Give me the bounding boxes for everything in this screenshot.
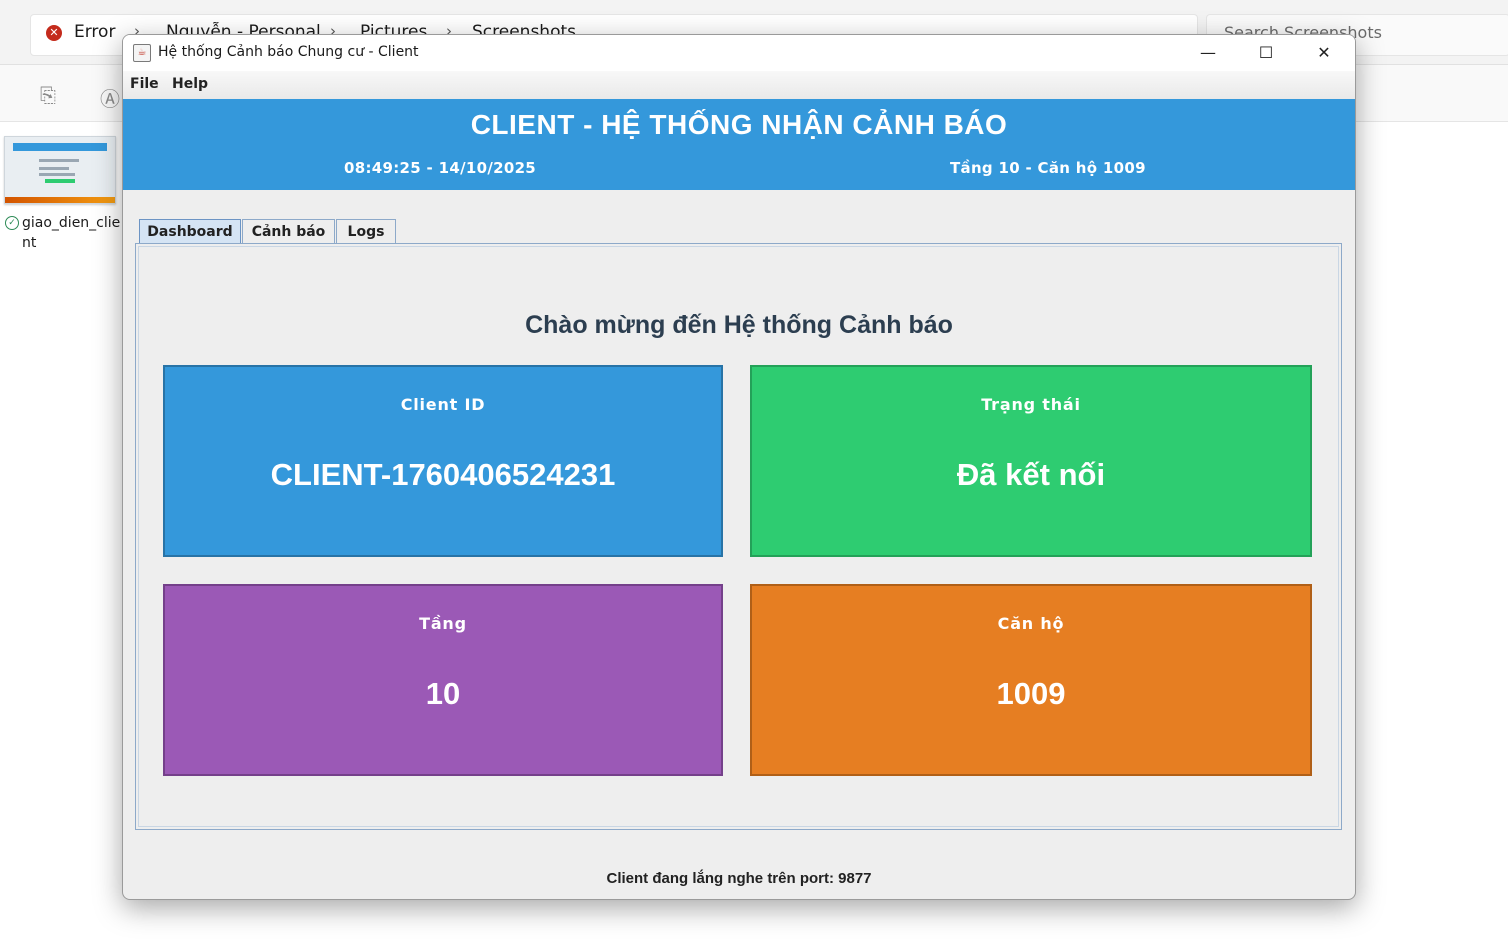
card-label: Căn hộ [997, 614, 1065, 633]
rename-icon[interactable]: Ⓐ [100, 83, 120, 112]
menu-help[interactable]: Help [172, 76, 208, 92]
header-clock: 08:49:25 - 14/10/2025 [344, 159, 537, 177]
error-icon: ✕ [46, 25, 62, 41]
tab-canh-bao[interactable]: Cảnh báo [242, 219, 335, 244]
sync-check-icon: ✓ [5, 216, 19, 230]
thumbnail-line [39, 167, 69, 170]
app-header: CLIENT - HỆ THỐNG NHẬN CẢNH BÁO 08:49:25… [123, 99, 1355, 190]
window-title: Hệ thống Cảnh báo Chung cư - Client [158, 44, 419, 60]
minimize-button[interactable]: — [1179, 35, 1237, 71]
tab-dashboard[interactable]: Dashboard [139, 219, 241, 244]
status-bar: Client đang lắng nghe trên port: 9877 [606, 870, 872, 887]
thumbnail-header [13, 143, 107, 151]
java-app-icon: ☕ [133, 44, 151, 62]
floor-card: Tầng 10 [163, 584, 723, 776]
menu-file[interactable]: File [130, 76, 159, 92]
client-id-card: Client ID CLIENT-1760406524231 [163, 365, 723, 557]
thumbnail-status [45, 179, 75, 183]
menu-bar: File Help [123, 71, 1355, 100]
header-title: CLIENT - HỆ THỐNG NHẬN CẢNH BÁO [470, 109, 1008, 140]
welcome-heading: Chào mừng đến Hệ thống Cảnh báo [525, 311, 953, 339]
card-label: Trạng thái [981, 395, 1081, 414]
card-value: Đã kết nối [956, 457, 1106, 492]
apartment-card: Căn hộ 1009 [750, 584, 1312, 776]
client-app-window: ☕ Hệ thống Cảnh báo Chung cư - Client — … [122, 34, 1356, 900]
explorer-error-label: Error [74, 22, 116, 42]
card-label: Tầng [419, 614, 467, 633]
file-thumbnail[interactable] [4, 136, 116, 204]
card-label: Client ID [400, 395, 486, 414]
card-value: CLIENT-1760406524231 [270, 457, 616, 492]
thumbnail-taskbar [5, 197, 115, 203]
card-value: 1009 [996, 676, 1066, 711]
thumbnail-line [39, 173, 75, 176]
status-card: Trạng thái Đã kết nối [750, 365, 1312, 557]
thumbnail-line [39, 159, 79, 162]
close-button[interactable]: ✕ [1295, 35, 1353, 71]
paste-icon[interactable]: ⎘ [40, 83, 56, 107]
file-name-label[interactable]: giao_dien_client [22, 213, 122, 253]
maximize-button[interactable]: ☐ [1237, 35, 1295, 71]
card-value: 10 [425, 676, 461, 711]
header-location: Tầng 10 - Căn hộ 1009 [950, 159, 1146, 177]
window-titlebar[interactable]: ☕ Hệ thống Cảnh báo Chung cư - Client — … [123, 35, 1355, 71]
tab-logs[interactable]: Logs [336, 219, 396, 244]
